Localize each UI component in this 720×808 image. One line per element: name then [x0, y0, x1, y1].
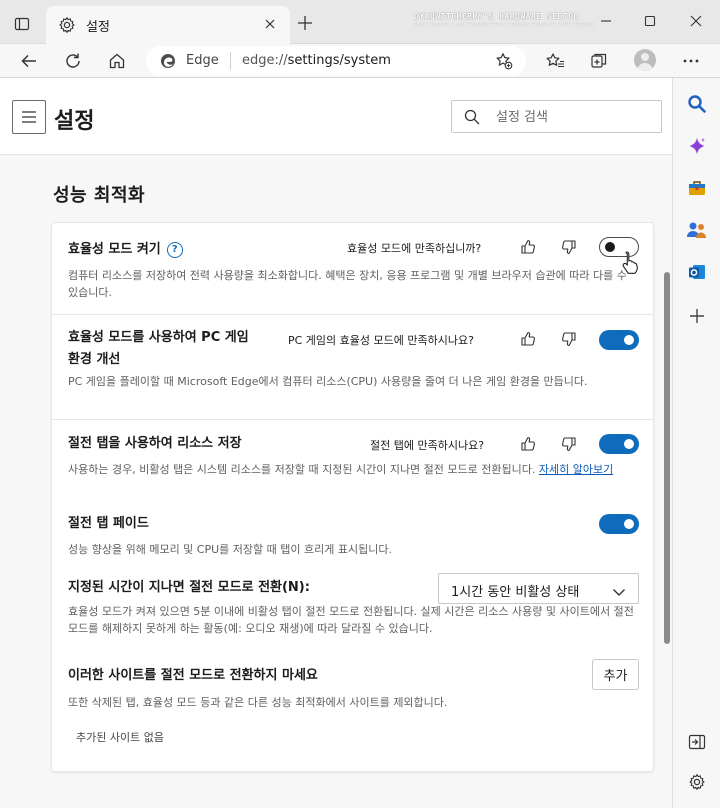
row-divider	[52, 314, 653, 315]
watermark: DYAUWITCHERRY'S HARDWARE SECTOR BLOG COP…	[414, 12, 614, 27]
add-site-button[interactable]: 추가	[592, 659, 639, 690]
pc-gaming-title: 효율성 모드를 사용하여 PC 게임환경 개선	[68, 327, 298, 371]
mouse-pointer-icon	[620, 250, 642, 276]
page-title: 설정	[54, 109, 95, 134]
never-sleep-sites-title: 이러한 사이트를 절전 모드로 전환하지 마세요	[68, 668, 318, 683]
pc-gaming-toggle[interactable]	[599, 330, 639, 350]
address-brand: Edge	[186, 53, 219, 68]
address-separator	[230, 52, 231, 70]
help-icon[interactable]: ?	[166, 241, 183, 258]
refresh-icon[interactable]	[60, 48, 86, 74]
fade-sleeping-tabs-title: 절전 탭 페이드	[68, 516, 149, 531]
performance-card: 효율성 모드 켜기? 효율성 모드에 만족하십니까? 컴퓨터 리소스를 저장하여…	[51, 222, 654, 772]
thumbs-down-icon[interactable]	[560, 435, 578, 453]
copilot-icon[interactable]	[685, 134, 709, 158]
settings-header: 설정	[0, 79, 672, 155]
window-close-button[interactable]	[684, 10, 708, 32]
sleep-timeout-select[interactable]: 1시간 동안 비활성 상태	[438, 573, 639, 604]
people-icon[interactable]	[685, 218, 709, 242]
collections-icon[interactable]	[586, 48, 612, 74]
url-scheme: edge://	[242, 53, 288, 68]
edge-sidebar	[672, 78, 720, 808]
menu-icon[interactable]	[12, 100, 46, 134]
sidebar-collapse-icon[interactable]	[685, 730, 709, 754]
sleeping-tabs-toggle[interactable]	[599, 434, 639, 454]
search-icon[interactable]	[685, 92, 709, 116]
favorite-add-icon[interactable]	[494, 51, 514, 71]
address-url[interactable]: edge://settings/system	[242, 53, 391, 68]
address-toolbar: Edge edge://settings/system	[0, 44, 720, 78]
minimize-button[interactable]	[594, 10, 618, 32]
home-icon[interactable]	[104, 48, 130, 74]
profile-avatar[interactable]	[634, 49, 656, 71]
pc-gaming-title-line1: 효율성 모드를 사용하여 PC 게임	[68, 330, 249, 345]
watermark-subtitle: BLOG COPYRIGHT © 2010 DYAUWITCHERRY'S HA…	[414, 22, 595, 27]
url-path: settings/system	[287, 53, 391, 68]
thumbs-up-icon[interactable]	[519, 238, 537, 256]
outlook-icon[interactable]	[685, 260, 709, 284]
settings-icon[interactable]	[685, 770, 709, 794]
sleeping-tabs-description-text: 사용하는 경우, 비활성 탭은 시스템 리소스를 저장할 때 지정된 시간이 지…	[68, 463, 536, 476]
content-scrollbar[interactable]	[664, 272, 670, 644]
thumbs-down-icon[interactable]	[560, 330, 578, 348]
thumbs-up-icon[interactable]	[519, 330, 537, 348]
never-sleep-sites-description: 또한 삭제된 탭, 효율성 모드 등과 같은 다른 성능 최적화에서 사이트를 …	[68, 696, 448, 709]
pc-gaming-description: PC 게임을 플레이할 때 Microsoft Edge에서 컴퓨터 리소스(C…	[68, 375, 588, 388]
no-sites-text: 추가된 사이트 없음	[76, 731, 164, 744]
watermark-title: DYAUWITCHERRY'S HARDWARE SECTOR	[414, 12, 579, 21]
row-divider	[52, 419, 653, 420]
tab-settings[interactable]: 설정	[46, 6, 290, 44]
sleep-timeout-title: 지정된 시간이 지나면 절전 모드로 전환(N):	[68, 580, 310, 595]
section-title: 성능 최적화	[53, 185, 146, 206]
favorites-icon[interactable]	[542, 48, 568, 74]
search-icon	[464, 109, 480, 125]
address-bar[interactable]: Edge edge://settings/system	[146, 46, 526, 76]
close-icon[interactable]	[260, 14, 280, 34]
efficiency-mode-description: 컴퓨터 리소스를 저장하여 전력 사용량을 최소화합니다. 혜택은 장치, 응용…	[68, 269, 627, 299]
tab-actions-icon[interactable]	[10, 12, 34, 36]
fade-sleeping-tabs-description: 성능 향상을 위해 메모리 및 CPU를 저장할 때 탭이 흐리게 표시됩니다.	[68, 543, 392, 556]
sleeping-tabs-feedback-text: 절전 탭에 만족하시나요?	[370, 439, 485, 452]
add-icon[interactable]	[685, 304, 709, 328]
tab-title: 설정	[86, 20, 110, 35]
new-tab-button[interactable]	[294, 12, 316, 34]
chevron-down-icon	[612, 583, 626, 596]
pc-gaming-feedback-text: PC 게임의 효율성 모드에 만족하시나요?	[288, 334, 474, 347]
thumbs-up-icon[interactable]	[519, 435, 537, 453]
sleeping-tabs-title: 절전 탭을 사용하여 리소스 저장	[68, 436, 242, 451]
pc-gaming-title-line2: 환경 개선	[68, 352, 121, 367]
efficiency-mode-label: 효율성 모드 켜기	[68, 242, 161, 257]
back-icon[interactable]	[16, 48, 42, 74]
thumbs-down-icon[interactable]	[560, 238, 578, 256]
gear-icon	[58, 16, 76, 34]
more-icon[interactable]	[678, 48, 704, 74]
shopping-icon[interactable]	[685, 176, 709, 200]
select-value: 1시간 동안 비활성 상태	[451, 585, 580, 600]
search-input[interactable]	[496, 107, 646, 127]
efficiency-mode-title: 효율성 모드 켜기?	[68, 239, 183, 261]
fade-sleeping-tabs-toggle[interactable]	[599, 514, 639, 534]
learn-more-link[interactable]: 자세히 알아보기	[539, 463, 613, 476]
title-bar: 설정 DYAUWITCHERRY'S HARDWARE SECTOR BLOG …	[0, 0, 720, 44]
edge-logo-icon	[160, 53, 176, 69]
maximize-button[interactable]	[638, 10, 662, 32]
sleep-timeout-description: 효율성 모드가 켜져 있으면 5분 이내에 비활성 탭이 절전 모드로 전환됩니…	[68, 605, 634, 635]
settings-search[interactable]	[451, 100, 662, 133]
sleeping-tabs-description: 사용하는 경우, 비활성 탭은 시스템 리소스를 저장할 때 지정된 시간이 지…	[68, 461, 636, 478]
efficiency-feedback-text: 효율성 모드에 만족하십니까?	[347, 242, 482, 255]
settings-page: 설정 성능 최적화 효율성 모드 켜기? 효율성 모드에 만족하십니까? 컴퓨터…	[0, 79, 672, 808]
